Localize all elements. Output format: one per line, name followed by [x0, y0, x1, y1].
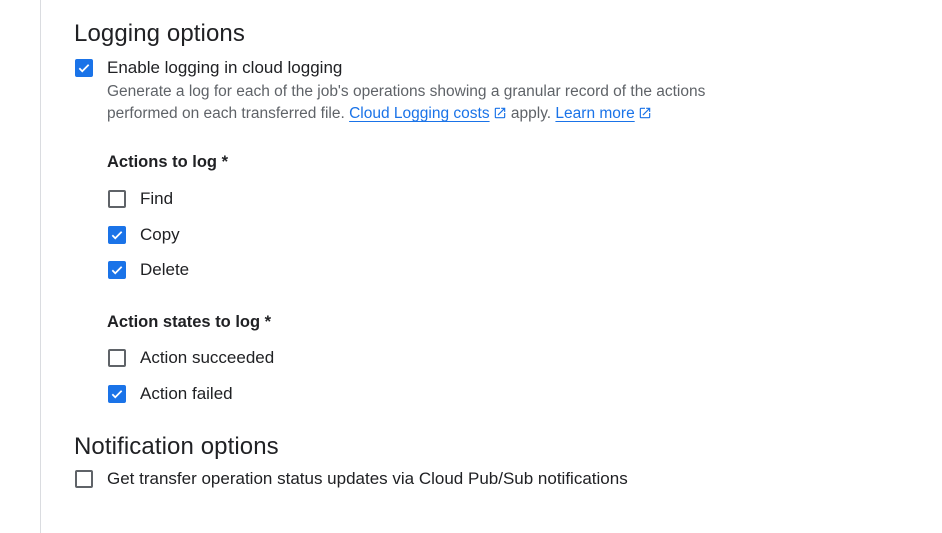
notification-options-title: Notification options [74, 433, 279, 460]
action-copy-checkbox[interactable] [108, 226, 126, 244]
open-in-new-icon[interactable] [493, 106, 507, 120]
enable-logging-checkbox[interactable] [75, 59, 93, 77]
logging-helper-text: Generate a log for each of the job's ope… [107, 81, 767, 125]
check-icon [78, 64, 90, 73]
action-delete-label[interactable]: Delete [140, 260, 189, 280]
state-succeeded-label[interactable]: Action succeeded [140, 348, 274, 368]
check-icon [111, 231, 123, 240]
check-icon [111, 390, 123, 399]
open-in-new-icon[interactable] [638, 106, 652, 120]
action-find-label[interactable]: Find [140, 189, 173, 209]
state-failed-checkbox[interactable] [108, 385, 126, 403]
cloud-logging-costs-link[interactable]: Cloud Logging costs [349, 105, 489, 122]
enable-logging-label[interactable]: Enable logging in cloud logging [107, 58, 342, 78]
helper-apply-text: apply. [510, 105, 552, 122]
action-find-checkbox[interactable] [108, 190, 126, 208]
action-delete-checkbox[interactable] [108, 261, 126, 279]
learn-more-link-label: Learn more [555, 105, 635, 122]
check-icon [111, 266, 123, 275]
action-states-title: Action states to log * [107, 313, 272, 331]
left-divider [40, 0, 41, 533]
state-failed-label[interactable]: Action failed [140, 384, 233, 404]
actions-to-log-title: Actions to log * [107, 153, 228, 171]
state-succeeded-checkbox[interactable] [108, 349, 126, 367]
learn-more-link[interactable]: Learn more [555, 105, 634, 122]
logging-options-title: Logging options [74, 20, 245, 47]
pubsub-notifications-checkbox[interactable] [75, 470, 93, 488]
pubsub-notifications-label[interactable]: Get transfer operation status updates vi… [107, 469, 628, 489]
action-copy-label[interactable]: Copy [140, 225, 180, 245]
cloud-logging-costs-link-label: Cloud Logging costs [349, 105, 490, 122]
